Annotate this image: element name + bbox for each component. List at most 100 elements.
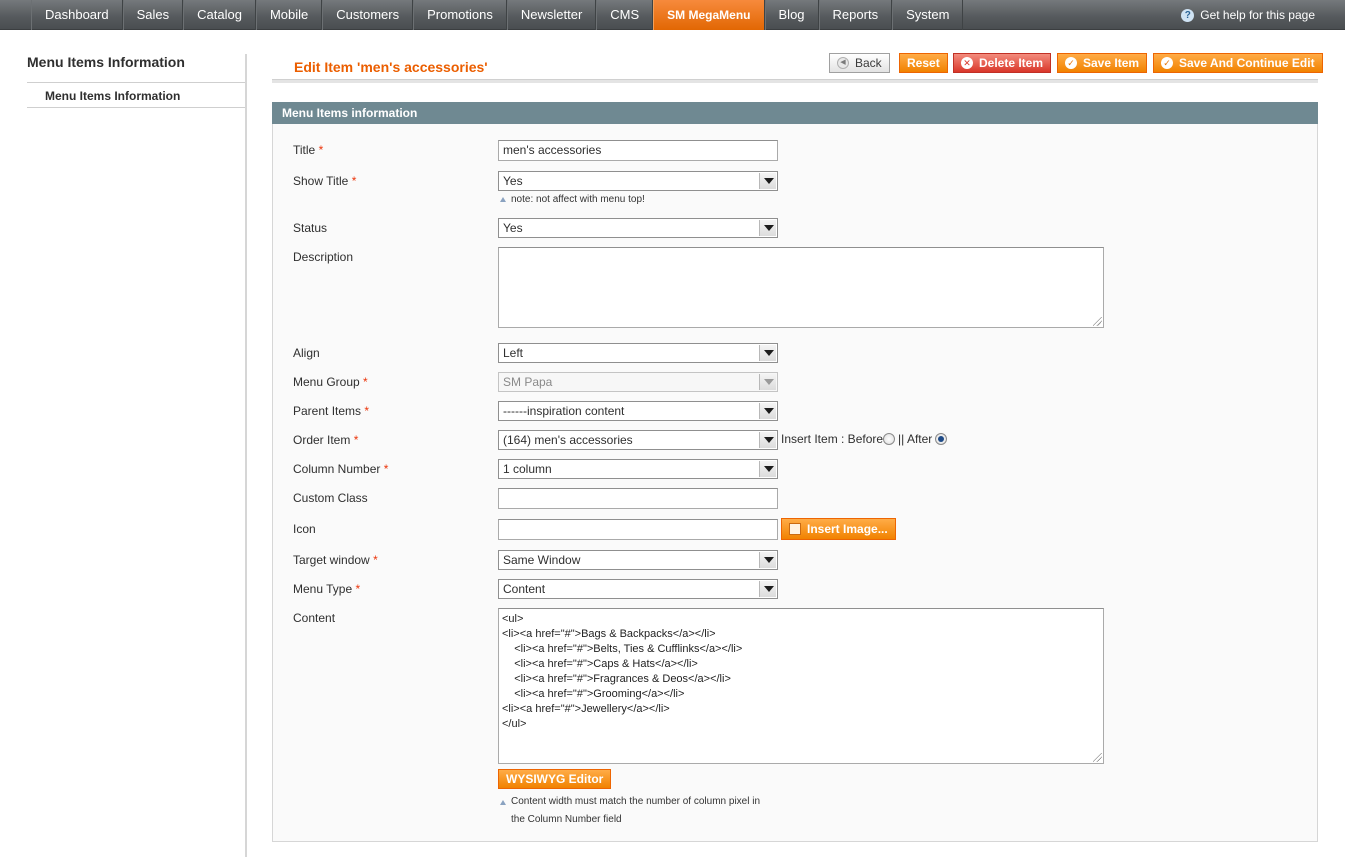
nav-item-dashboard[interactable]: Dashboard	[31, 0, 123, 30]
checkmark-icon: ✓	[1065, 57, 1077, 69]
parent-items-select[interactable]: ------inspiration content	[498, 401, 778, 421]
nav-item-mobile[interactable]: Mobile	[255, 0, 323, 30]
required-marker: *	[351, 174, 357, 188]
description-textarea[interactable]	[498, 247, 1104, 328]
align-select-value: Left	[503, 346, 524, 360]
column-number-label: Column Number *	[293, 462, 388, 476]
save-and-continue-button[interactable]: ✓ Save And Continue Edit	[1153, 53, 1323, 73]
page-title: Edit Item 'men's accessories'	[294, 59, 488, 75]
target-window-select-value: Same Window	[503, 553, 581, 567]
column-number-select-value: 1 column	[503, 462, 552, 476]
required-marker: *	[383, 462, 389, 476]
status-select[interactable]: Yes	[498, 218, 778, 238]
content-line: <li><a href="#">Jewellery</a></li>	[502, 703, 670, 715]
delete-item-button[interactable]: ✕ Delete Item	[953, 53, 1052, 73]
custom-class-input[interactable]	[498, 488, 778, 509]
required-marker: *	[373, 553, 378, 567]
required-marker: *	[363, 375, 368, 389]
resize-grip-icon[interactable]	[1093, 317, 1102, 326]
back-button[interactable]: ◀ Back	[829, 53, 890, 73]
nav-item-sm-megamenu[interactable]: SM MegaMenu	[653, 0, 765, 30]
nav-item-system[interactable]: System	[892, 0, 964, 30]
description-label: Description	[293, 250, 354, 264]
content-note-line2: the Column Number field	[511, 814, 622, 825]
icon-input[interactable]	[498, 519, 778, 540]
delete-item-button-label: Delete Item	[979, 56, 1044, 70]
dropdown-arrow-icon	[759, 374, 776, 390]
insert-image-button-label: Insert Image...	[807, 522, 888, 536]
title-input[interactable]: men's accessories	[498, 140, 778, 161]
nav-item-blog[interactable]: Blog	[764, 0, 819, 30]
insert-item-label: Insert Item : Before	[781, 432, 884, 446]
dropdown-arrow-icon	[759, 173, 776, 189]
insert-after-radio[interactable]	[935, 433, 948, 445]
parent-items-select-value: ------inspiration content	[503, 404, 625, 418]
wysiwyg-editor-button[interactable]: WYSIWYG Editor	[498, 769, 612, 789]
content-note-line1: Content width must match the number of c…	[511, 796, 761, 807]
image-icon	[789, 523, 801, 535]
insert-position-group: Insert Item : Before || After	[781, 432, 948, 446]
reset-button-label: Reset	[907, 56, 940, 70]
order-item-select-value: (164) men's accessories	[503, 433, 633, 447]
column-number-label-text: Column Number	[293, 462, 381, 476]
sidebar-tab-menu-items-information[interactable]: Menu Items Information	[45, 89, 180, 103]
reset-button[interactable]: Reset	[899, 53, 948, 73]
parent-items-label-text: Parent Items	[293, 404, 362, 418]
nav-item-customers[interactable]: Customers	[322, 0, 414, 30]
menu-group-select-value: SM Papa	[503, 375, 553, 389]
title-label: Title *	[293, 143, 323, 157]
content-line: <li><a href="#">Bags & Backpacks</a></li…	[502, 628, 716, 640]
save-item-button[interactable]: ✓ Save Item	[1057, 53, 1148, 73]
sidebar-divider	[27, 82, 246, 83]
order-item-label-text: Order Item	[293, 433, 351, 447]
parent-items-label: Parent Items *	[293, 404, 369, 418]
required-marker: *	[355, 582, 361, 596]
required-marker: *	[318, 143, 324, 157]
delete-icon: ✕	[961, 57, 973, 69]
align-select[interactable]: Left	[498, 343, 778, 363]
dropdown-arrow-icon	[759, 432, 776, 448]
column-number-select[interactable]: 1 column	[498, 459, 778, 479]
content-line: </ul>	[502, 718, 527, 730]
insert-image-button[interactable]: Insert Image...	[781, 518, 896, 540]
show-title-note-text: note: not affect with menu top!	[511, 194, 645, 205]
save-and-continue-button-label: Save And Continue Edit	[1179, 56, 1315, 70]
save-item-button-label: Save Item	[1083, 56, 1140, 70]
resize-grip-icon[interactable]	[1093, 753, 1102, 762]
nav-item-newsletter[interactable]: Newsletter	[506, 0, 597, 30]
top-navigation-bar: Dashboard Sales Catalog Mobile Customers…	[0, 0, 1345, 30]
main-menu: Dashboard Sales Catalog Mobile Customers…	[31, 0, 964, 30]
order-item-select[interactable]: (164) men's accessories	[498, 430, 778, 450]
nav-item-promotions[interactable]: Promotions	[413, 0, 507, 30]
menu-group-label-text: Menu Group	[293, 375, 360, 389]
back-arrow-icon: ◀	[837, 57, 849, 69]
align-label: Align	[293, 346, 320, 360]
nav-item-sales[interactable]: Sales	[122, 0, 184, 30]
status-label: Status	[293, 221, 328, 235]
dropdown-arrow-icon	[759, 220, 776, 236]
dropdown-arrow-icon	[759, 581, 776, 597]
content-note: Content width must match the number of c…	[500, 793, 760, 829]
nav-item-catalog[interactable]: Catalog	[183, 0, 256, 30]
show-title-select[interactable]: Yes	[498, 171, 778, 191]
menu-group-select: SM Papa	[498, 372, 778, 392]
target-window-select[interactable]: Same Window	[498, 550, 778, 570]
help-link-label: Get help for this page	[1200, 8, 1315, 22]
content-textarea[interactable]: <ul> <li><a href="#">Bags & Backpacks</a…	[498, 608, 1104, 764]
menu-group-label: Menu Group *	[293, 375, 368, 389]
content-line: <li><a href="#">Belts, Ties & Cufflinks<…	[502, 643, 743, 655]
target-window-label-text: Target window	[293, 553, 370, 567]
custom-class-label: Custom Class	[293, 491, 368, 505]
order-item-label: Order Item *	[293, 433, 358, 447]
nav-item-reports[interactable]: Reports	[818, 0, 893, 30]
content-label: Content	[293, 611, 336, 625]
show-title-label-text: Show Title	[293, 174, 349, 188]
required-marker: *	[364, 404, 370, 418]
insert-before-radio[interactable]	[883, 433, 896, 445]
help-link[interactable]: ? Get help for this page	[1181, 0, 1315, 30]
nav-item-cms[interactable]: CMS	[596, 0, 654, 30]
menu-type-select[interactable]: Content	[498, 579, 778, 599]
title-label-text: Title	[293, 143, 316, 157]
required-marker: *	[353, 433, 359, 447]
checkmark-icon: ✓	[1161, 57, 1173, 69]
